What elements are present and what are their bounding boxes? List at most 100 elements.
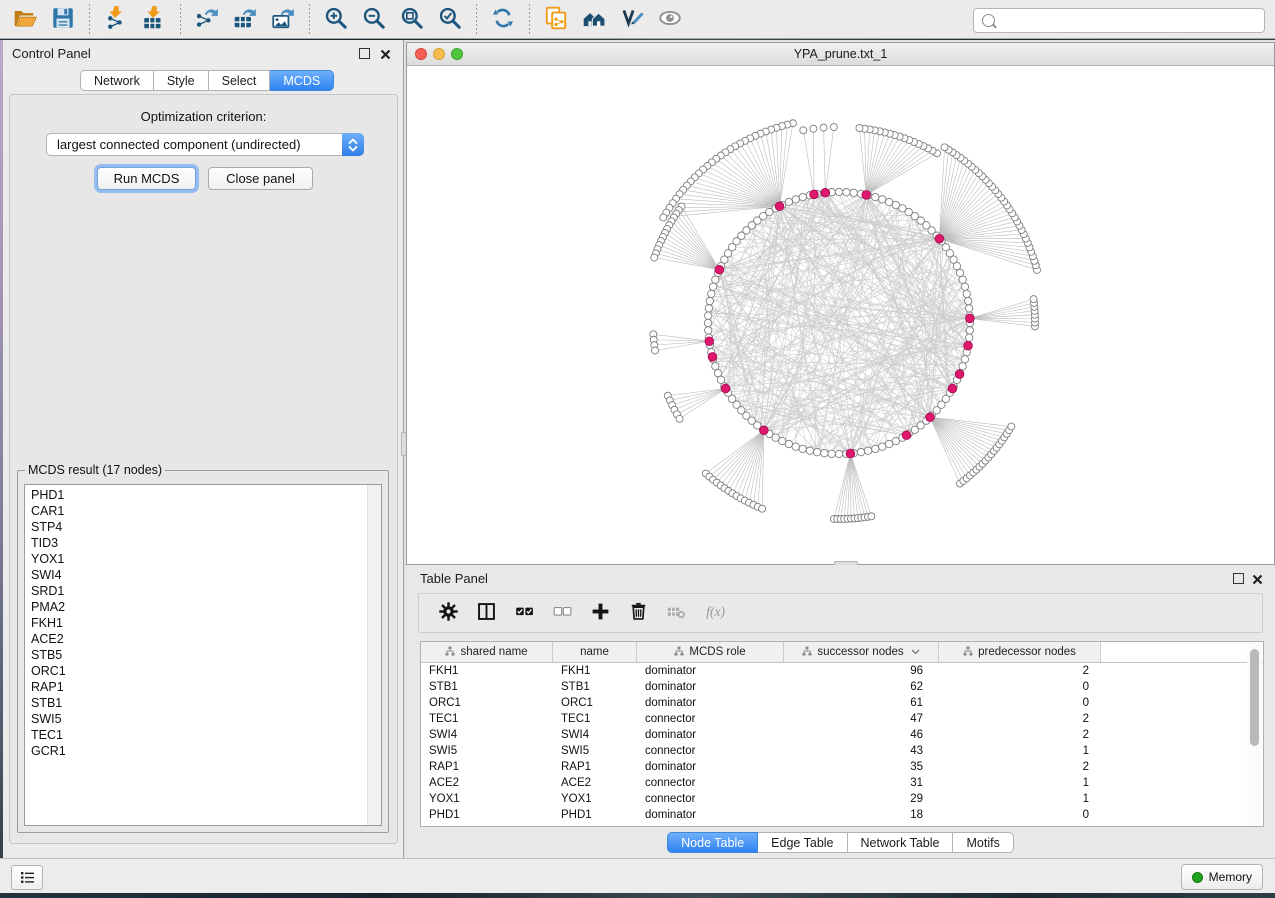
tab-mcds[interactable]: MCDS bbox=[270, 70, 334, 91]
network-from-selection-button[interactable] bbox=[539, 2, 573, 36]
zoom-out-button[interactable] bbox=[357, 2, 391, 36]
network-node[interactable] bbox=[959, 276, 966, 283]
mcds-result-item[interactable]: FKH1 bbox=[25, 615, 368, 631]
network-node[interactable] bbox=[961, 283, 968, 290]
mcds-hub-node[interactable] bbox=[935, 234, 944, 243]
network-leaf-node[interactable] bbox=[856, 125, 863, 132]
mcds-hub-node[interactable] bbox=[862, 191, 871, 200]
network-node[interactable] bbox=[879, 443, 886, 450]
mcds-hub-node[interactable] bbox=[775, 202, 784, 211]
export-image-button[interactable] bbox=[266, 2, 300, 36]
network-leaf-node[interactable] bbox=[800, 127, 807, 134]
network-node[interactable] bbox=[705, 312, 712, 319]
table-row[interactable]: TEC1TEC1connector472 bbox=[421, 711, 1263, 727]
mcds-result-item[interactable]: YOX1 bbox=[25, 551, 368, 567]
show-column-button[interactable] bbox=[469, 598, 503, 628]
add-column-button[interactable] bbox=[583, 598, 617, 628]
network-leaf-node[interactable] bbox=[868, 513, 875, 520]
mcds-result-item[interactable]: TEC1 bbox=[25, 727, 368, 743]
network-node[interactable] bbox=[792, 443, 799, 450]
network-leaf-node[interactable] bbox=[651, 254, 658, 261]
show-hidden-button[interactable] bbox=[653, 2, 687, 36]
network-node[interactable] bbox=[821, 449, 828, 456]
float-panel-icon[interactable] bbox=[359, 48, 370, 59]
network-node[interactable] bbox=[885, 198, 892, 205]
memory-button[interactable]: Memory bbox=[1181, 864, 1263, 890]
mcds-result-item[interactable]: SWI5 bbox=[25, 711, 368, 727]
mcds-result-list[interactable]: PHD1CAR1STP4TID3YOX1SWI4SRD1PMA2FKH1ACE2… bbox=[24, 484, 382, 826]
network-node[interactable] bbox=[857, 448, 864, 455]
network-window-titlebar[interactable]: YPA_prune.txt_1 bbox=[407, 43, 1274, 66]
mcds-hub-node[interactable] bbox=[955, 370, 964, 379]
network-node[interactable] bbox=[872, 445, 879, 452]
export-table-button[interactable] bbox=[228, 2, 262, 36]
export-network-button[interactable] bbox=[190, 2, 224, 36]
table-row[interactable]: RAP1RAP1dominator352 bbox=[421, 759, 1263, 775]
tab-edge-table[interactable]: Edge Table bbox=[758, 832, 847, 853]
mcds-result-item[interactable]: STP4 bbox=[25, 519, 368, 535]
network-node[interactable] bbox=[959, 363, 966, 370]
close-panel-icon[interactable] bbox=[1252, 572, 1263, 583]
network-node[interactable] bbox=[806, 447, 813, 454]
mcds-hub-node[interactable] bbox=[964, 341, 973, 350]
network-node[interactable] bbox=[835, 188, 842, 195]
network-leaf-node[interactable] bbox=[660, 214, 667, 221]
column-header-MCDS-role[interactable]: MCDS role bbox=[637, 642, 784, 662]
network-node[interactable] bbox=[843, 189, 850, 196]
network-leaf-node[interactable] bbox=[652, 347, 659, 354]
network-leaf-node[interactable] bbox=[810, 125, 817, 132]
tab-select[interactable]: Select bbox=[209, 70, 271, 91]
network-leaf-node[interactable] bbox=[1030, 296, 1037, 303]
mcds-hub-node[interactable] bbox=[705, 337, 714, 346]
network-leaf-node[interactable] bbox=[820, 124, 827, 131]
network-node[interactable] bbox=[785, 440, 792, 447]
network-canvas[interactable] bbox=[407, 65, 1274, 564]
network-node[interactable] bbox=[835, 450, 842, 457]
network-node[interactable] bbox=[705, 305, 712, 312]
network-leaf-node[interactable] bbox=[676, 415, 683, 422]
mcds-result-item[interactable]: GCR1 bbox=[25, 743, 368, 759]
select-all-checks-button[interactable] bbox=[507, 598, 541, 628]
criterion-select[interactable]: largest connected component (undirected) bbox=[46, 133, 364, 156]
mcds-result-item[interactable]: PHD1 bbox=[25, 487, 368, 503]
mcds-hub-node[interactable] bbox=[902, 431, 911, 440]
network-node[interactable] bbox=[965, 334, 972, 341]
network-node[interactable] bbox=[704, 319, 711, 326]
save-session-button[interactable] bbox=[46, 2, 80, 36]
import-table-button[interactable] bbox=[137, 2, 171, 36]
network-node[interactable] bbox=[712, 363, 719, 370]
column-header-successor-nodes[interactable]: successor nodes bbox=[784, 642, 939, 662]
refresh-layout-button[interactable] bbox=[486, 2, 520, 36]
scrollbar-thumb[interactable] bbox=[1250, 649, 1259, 746]
mcds-result-item[interactable]: SRD1 bbox=[25, 583, 368, 599]
tab-style[interactable]: Style bbox=[154, 70, 209, 91]
network-leaf-node[interactable] bbox=[830, 124, 837, 131]
table-row[interactable]: YOX1YOX1connector291 bbox=[421, 791, 1263, 807]
open-file-button[interactable] bbox=[8, 2, 42, 36]
zoom-selected-button[interactable] bbox=[433, 2, 467, 36]
network-leaf-node[interactable] bbox=[759, 505, 766, 512]
import-network-button[interactable] bbox=[99, 2, 133, 36]
search-input[interactable] bbox=[1000, 11, 1264, 31]
mcds-hub-node[interactable] bbox=[715, 265, 724, 274]
settings-gear-button[interactable] bbox=[431, 598, 465, 628]
network-leaf-node[interactable] bbox=[1008, 423, 1015, 430]
clear-all-checks-button[interactable] bbox=[545, 598, 579, 628]
network-node[interactable] bbox=[709, 283, 716, 290]
tab-motifs[interactable]: Motifs bbox=[953, 832, 1013, 853]
mcds-result-item[interactable]: CAR1 bbox=[25, 503, 368, 519]
column-header-predecessor-nodes[interactable]: predecessor nodes bbox=[939, 642, 1101, 662]
mcds-hub-node[interactable] bbox=[966, 314, 975, 323]
mcds-hub-node[interactable] bbox=[948, 384, 957, 393]
network-node[interactable] bbox=[964, 297, 971, 304]
close-panel-button[interactable]: Close panel bbox=[208, 167, 313, 190]
table-row[interactable]: STB1STB1dominator620 bbox=[421, 679, 1263, 695]
tab-network[interactable]: Network bbox=[80, 70, 154, 91]
network-node[interactable] bbox=[850, 189, 857, 196]
network-node[interactable] bbox=[799, 445, 806, 452]
network-node[interactable] bbox=[963, 290, 970, 297]
mcds-result-item[interactable]: ACE2 bbox=[25, 631, 368, 647]
column-header-name[interactable]: name bbox=[553, 642, 637, 662]
table-row[interactable]: ORC1ORC1dominator610 bbox=[421, 695, 1263, 711]
mcds-result-item[interactable]: SWI4 bbox=[25, 567, 368, 583]
